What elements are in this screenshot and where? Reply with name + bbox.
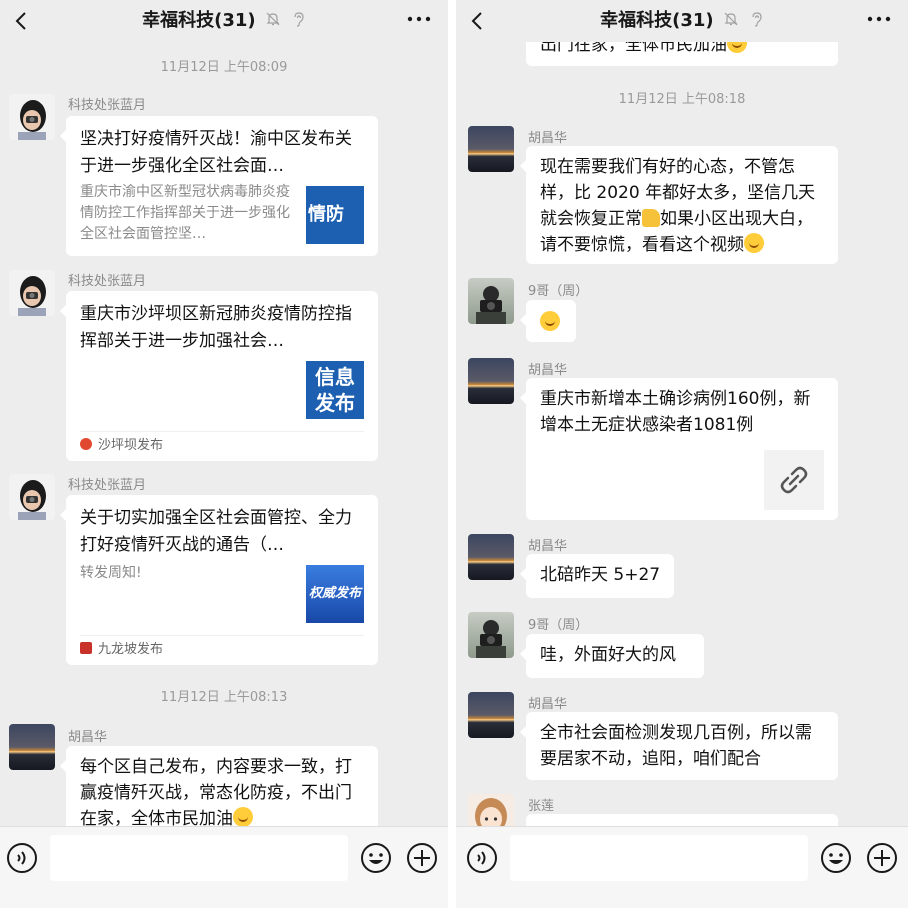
- message-text: 出门在家，全体市民加油: [540, 42, 747, 55]
- avatar[interactable]: [468, 534, 514, 580]
- card-thumbnail: 权威发布: [306, 565, 364, 623]
- card-thumbnail: 情防: [306, 186, 364, 244]
- timestamp: 11月12日 上午08:09: [160, 60, 288, 75]
- message-text: 北碚昨天 5+27: [540, 565, 661, 585]
- more-icon[interactable]: [866, 12, 892, 26]
- more-icon[interactable]: [406, 12, 432, 26]
- link-card[interactable]: 重庆市新增本土确诊病例160例，新增本土无症状感染者1081例: [520, 378, 838, 520]
- message-text: 哇，外面好大的风: [540, 645, 676, 665]
- avatar[interactable]: [468, 126, 514, 172]
- emoji-icon[interactable]: [820, 842, 852, 874]
- card-description: 转发周知!: [80, 565, 142, 581]
- card-source: 九龙坡发布: [80, 638, 163, 657]
- avatar[interactable]: [468, 794, 514, 826]
- input-bar: [0, 826, 448, 908]
- link-thumbnail: [764, 450, 824, 510]
- chat-header: 幸福科技(31): [0, 0, 448, 42]
- voice-icon[interactable]: [466, 842, 498, 874]
- sender-name: 胡昌华: [528, 363, 568, 378]
- avatar[interactable]: [9, 270, 55, 316]
- card-divider: [80, 431, 364, 432]
- avatar[interactable]: [468, 612, 514, 658]
- chat-pane-left: 幸福科技(31) 11月12日 上午08:09 科技处张蓝月 坚决打好疫情歼灭战…: [0, 0, 448, 908]
- card-title: 关于切实加强全区社会面管控、全力打好疫情歼灭战的通告（…: [80, 508, 352, 555]
- message-input[interactable]: [50, 835, 348, 881]
- message-input[interactable]: [510, 835, 808, 881]
- card-description: 重庆市渝中区新型冠状病毒肺炎疫情防控工作指挥部关于进一步强化全区社会面管控坚…: [80, 184, 290, 242]
- mute-icon: [724, 12, 738, 26]
- mute-icon: [266, 12, 280, 26]
- message-bubble[interactable]: 每个区自己发布，内容要求一致，打赢疫情歼灭战，常态化防疫，不出门在家，全体市民加…: [60, 746, 378, 826]
- avatar[interactable]: [468, 692, 514, 738]
- sender-name: 胡昌华: [68, 730, 108, 745]
- message-bubble[interactable]: [520, 300, 576, 342]
- ear-icon: [752, 12, 762, 27]
- card-source: 沙坪坝发布: [80, 434, 163, 453]
- message-bubble[interactable]: 全市社会面检测发现几百例，所以需要居家不动，追阳，咱们配合: [520, 712, 838, 780]
- sender-name: 张莲: [528, 799, 555, 814]
- chat-pane-right: 幸福科技(31) 出门在家，全体市民加油 11月12日 上午08:18 胡昌华 …: [456, 0, 908, 908]
- emoji-icon: [233, 807, 253, 826]
- avatar[interactable]: [468, 358, 514, 404]
- card-title: 重庆市沙坪坝区新冠肺炎疫情防控指挥部关于进一步加强社会…: [80, 304, 352, 351]
- message-bubble[interactable]: 哇，外面好大的风: [520, 634, 704, 678]
- source-logo-icon: [80, 438, 92, 450]
- message-list[interactable]: 出门在家，全体市民加油 11月12日 上午08:18 胡昌华 现在需要我们有好的…: [456, 42, 908, 826]
- emoji-icon[interactable]: [360, 842, 392, 874]
- emoji-icon: [540, 311, 560, 331]
- chat-header: 幸福科技(31): [456, 0, 908, 42]
- message-bubble[interactable]: 现在需要我们有好的心态，不管怎样，比 2020 年都好太多，坚信几天就会恢复正常…: [520, 146, 838, 264]
- message-text: 现在需要我们有好的心态，不管怎样，比 2020 年都好太多，坚信几天就会恢复正常…: [540, 157, 816, 255]
- timestamp: 11月12日 上午08:18: [618, 92, 746, 107]
- chat-title: 幸福科技(31): [142, 10, 256, 31]
- message-bubble[interactable]: [526, 814, 838, 826]
- avatar[interactable]: [9, 94, 55, 140]
- article-card[interactable]: 关于切实加强全区社会面管控、全力打好疫情歼灭战的通告（… 转发周知! 权威发布 …: [60, 495, 378, 665]
- input-bar: [456, 826, 908, 908]
- sender-name: 胡昌华: [528, 131, 568, 146]
- article-card[interactable]: 重庆市沙坪坝区新冠肺炎疫情防控指挥部关于进一步加强社会… 信息发布 沙坪坝发布: [60, 291, 378, 461]
- message-bubble[interactable]: 北碚昨天 5+27: [520, 554, 674, 598]
- message-text: [540, 310, 564, 336]
- message-text: 每个区自己发布，内容要求一致，打赢疫情歼灭战，常态化防疫，不出门在家，全体市民加…: [80, 757, 352, 826]
- message-text: 重庆市新增本土确诊病例160例，新增本土无症状感染者1081例: [540, 389, 811, 435]
- emoji-icon: [727, 42, 747, 53]
- thumbs-up-icon: [642, 209, 660, 227]
- sender-name: 科技处张蓝月: [68, 274, 147, 289]
- emoji-icon: [744, 233, 764, 253]
- voice-icon[interactable]: [6, 842, 38, 874]
- sender-name: 科技处张蓝月: [68, 478, 147, 493]
- avatar[interactable]: [9, 474, 55, 520]
- card-divider: [80, 635, 364, 636]
- timestamp: 11月12日 上午08:13: [160, 690, 288, 705]
- card-thumbnail: 信息发布: [306, 361, 364, 419]
- sender-name: 胡昌华: [528, 539, 568, 554]
- card-title: 坚决打好疫情歼灭战！渝中区发布关于进一步强化全区社会面…: [80, 129, 352, 176]
- sender-name: 胡昌华: [528, 697, 568, 712]
- ear-icon: [294, 12, 304, 27]
- source-logo-icon: [80, 642, 92, 654]
- message-bubble[interactable]: 出门在家，全体市民加油: [526, 42, 838, 66]
- screenshot-divider: [448, 0, 456, 908]
- link-icon: [780, 466, 808, 494]
- avatar[interactable]: [9, 724, 55, 770]
- plus-icon[interactable]: [406, 842, 438, 874]
- sender-name: 科技处张蓝月: [68, 98, 147, 113]
- sender-name: 9哥（周）: [528, 618, 589, 633]
- avatar[interactable]: [468, 278, 514, 324]
- plus-icon[interactable]: [866, 842, 898, 874]
- chat-title: 幸福科技(31): [600, 10, 714, 31]
- article-card[interactable]: 坚决打好疫情歼灭战！渝中区发布关于进一步强化全区社会面… 重庆市渝中区新型冠状病…: [60, 116, 378, 256]
- message-text: 全市社会面检测发现几百例，所以需要居家不动，追阳，咱们配合: [540, 723, 812, 769]
- message-list[interactable]: 11月12日 上午08:09 科技处张蓝月 坚决打好疫情歼灭战！渝中区发布关于进…: [0, 42, 448, 826]
- sender-name: 9哥（周）: [528, 284, 589, 299]
